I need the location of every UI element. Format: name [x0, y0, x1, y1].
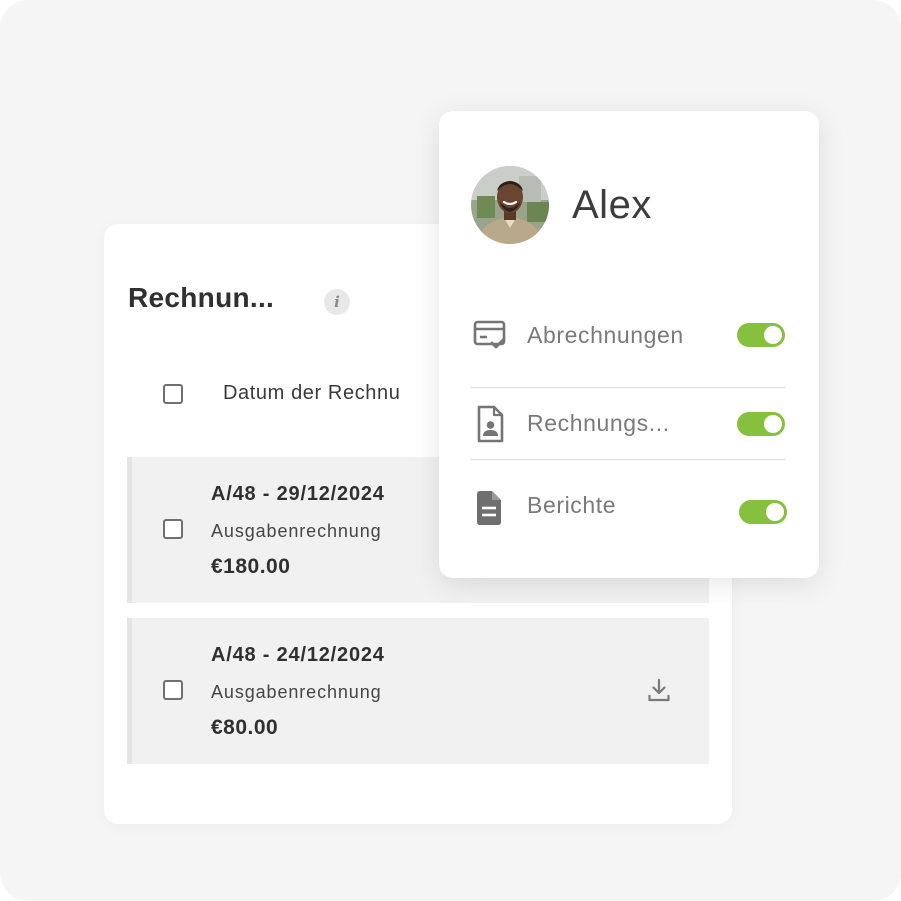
invoices-title: Rechnun...: [128, 282, 275, 313]
profile-name: Alex: [572, 183, 652, 227]
avatar: [471, 166, 549, 244]
toggle-knob: [764, 415, 782, 433]
download-icon[interactable]: [647, 678, 671, 702]
toggle-abrechnungen[interactable]: [737, 323, 785, 347]
document-icon: [477, 491, 501, 525]
invoice-amount: €80.00: [211, 716, 279, 739]
permission-row-abrechnungen: Abrechnungen: [470, 316, 788, 356]
divider: [470, 459, 786, 460]
profile-card: Alex Abrechnungen Rechnungs... Berichte: [439, 111, 819, 578]
permission-label: Abrechnungen: [527, 322, 684, 348]
permission-label: Berichte: [527, 492, 617, 518]
invoice-type: Ausgabenrechnung: [211, 682, 382, 702]
toggle-knob: [764, 326, 782, 344]
invoice-amount: €180.00: [211, 555, 291, 578]
invoice-row-checkbox[interactable]: [163, 680, 183, 700]
invoice-check-icon: [473, 320, 506, 349]
invoice-row[interactable]: A/48 - 24/12/2024 Ausgabenrechnung €80.0…: [127, 618, 709, 764]
permission-row-berichte: Berichte: [470, 488, 788, 528]
permission-row-rechnungs: Rechnungs...: [470, 404, 788, 444]
permission-label: Rechnungs...: [527, 410, 670, 436]
invoice-row-checkbox[interactable]: [163, 519, 183, 539]
toggle-knob: [766, 503, 784, 521]
toggle-rechnungs[interactable]: [737, 412, 785, 436]
invoice-type: Ausgabenrechnung: [211, 521, 382, 541]
invoice-number-date: A/48 - 29/12/2024: [211, 483, 385, 505]
divider: [470, 387, 786, 388]
info-icon[interactable]: i: [324, 289, 350, 315]
column-header-date[interactable]: Datum der Rechnu: [223, 382, 400, 405]
toggle-berichte[interactable]: [739, 500, 787, 524]
select-all-checkbox[interactable]: [163, 384, 183, 404]
document-user-icon: [477, 405, 504, 443]
invoice-number-date: A/48 - 24/12/2024: [211, 644, 385, 666]
